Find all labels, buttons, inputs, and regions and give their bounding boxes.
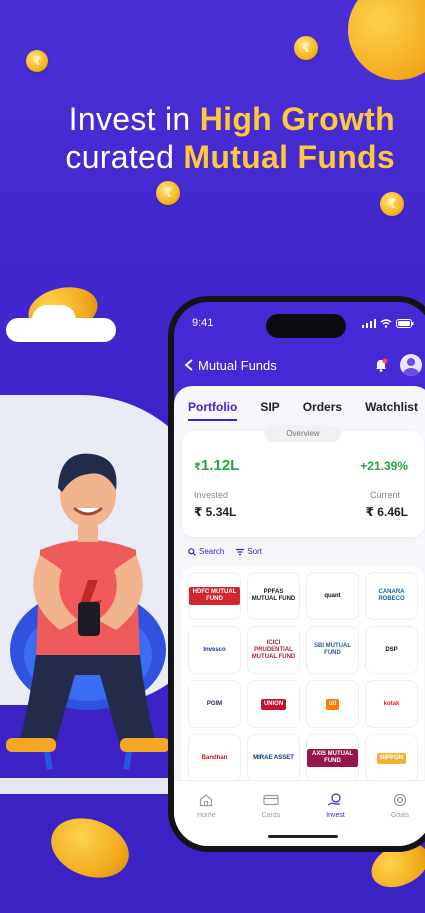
goals-icon — [393, 793, 406, 807]
amc-logo-text: kotak — [380, 698, 403, 710]
amc-logo-tile[interactable]: Bandhan — [188, 734, 241, 782]
nav-cards[interactable]: Cards — [261, 793, 281, 819]
rupee-coin-icon: ₹ — [294, 36, 318, 60]
amc-logo-text: Invesco — [200, 644, 229, 656]
status-time: 9:41 — [192, 317, 214, 329]
amc-logo-tile[interactable]: MIRAE ASSET — [247, 734, 300, 782]
amc-logo-text: NIPPON — [376, 752, 406, 764]
app-bar: Mutual Funds — [174, 344, 425, 386]
headline-line1: Invest in — [68, 101, 200, 137]
amc-logo-tile[interactable]: SBI MUTUAL FUND — [306, 626, 359, 674]
amc-logo-tile[interactable]: PGIM — [188, 680, 241, 728]
currency-symbol: ₹ — [194, 462, 201, 473]
amc-logo-text: PPFAS MUTUAL FUND — [248, 587, 299, 605]
amc-logo-tile[interactable]: CANARA ROBECO — [365, 572, 418, 620]
nav-invest-label: Invest — [326, 812, 345, 819]
headline-line2-highlight: Mutual Funds — [183, 139, 395, 175]
list-tools: Search Sort — [174, 537, 425, 562]
sort-icon — [236, 548, 245, 555]
tab-watchlist[interactable]: Watchlist — [365, 400, 418, 421]
overview-pill: Overview — [264, 425, 342, 442]
sort-label: Sort — [247, 547, 263, 556]
tab-bar: Portfolio SIP Orders Watchlist — [174, 386, 425, 421]
nav-goals[interactable]: Goals — [391, 793, 409, 819]
tab-portfolio[interactable]: Portfolio — [188, 400, 238, 421]
promo-headline: Invest in High Growth curated Mutual Fun… — [65, 100, 395, 176]
phone-mockup: 9:41 Mutual Funds Portfolio SIP Orders W… — [168, 296, 425, 852]
nav-invest[interactable]: Invest — [326, 793, 345, 819]
tab-orders[interactable]: Orders — [303, 400, 342, 421]
back-button[interactable]: Mutual Funds — [184, 358, 277, 373]
invested-label: Invested — [194, 490, 229, 500]
home-icon — [200, 794, 213, 807]
app-bar-title: Mutual Funds — [198, 357, 277, 373]
amc-logo-text: CANARA ROBECO — [366, 587, 417, 605]
amc-logo-text: ICICI PRUDENTIAL MUTUAL FUND — [248, 637, 299, 663]
amc-logo-tile[interactable]: UNION — [247, 680, 300, 728]
amc-logo-tile[interactable]: ICICI PRUDENTIAL MUTUAL FUND — [247, 626, 300, 674]
nav-goals-label: Goals — [390, 812, 410, 819]
amc-logo-grid: HDFC MUTUAL FUND PPFAS MUTUAL FUND quant CA… — [182, 566, 424, 788]
headline-line1-highlight: High Growth — [199, 101, 395, 137]
amc-logo-text: MIRAE ASSET — [250, 752, 297, 764]
search-button[interactable]: Search — [188, 547, 224, 556]
amc-logo-tile[interactable]: quant — [306, 572, 359, 620]
invested-value: ₹ 5.34L — [194, 505, 237, 519]
rupee-coin-icon: ₹ — [380, 192, 404, 216]
home-indicator — [268, 835, 338, 838]
large-coin-icon — [42, 808, 138, 888]
amc-logo-text: AXIS MUTUAL FUND — [307, 749, 358, 767]
person-illustration — [0, 440, 175, 790]
system-icons — [362, 318, 414, 328]
avatar[interactable] — [400, 354, 422, 376]
sort-button[interactable]: Sort — [236, 547, 262, 556]
amc-logo-text: SBI MUTUAL FUND — [307, 641, 358, 659]
bell-icon — [376, 358, 388, 372]
amc-logo-tile[interactable]: uti — [306, 680, 359, 728]
amc-logo-text: quant — [321, 590, 344, 602]
chevron-left-icon — [184, 359, 193, 371]
amc-logo-text: HDFC MUTUAL FUND — [189, 587, 240, 605]
invest-icon — [328, 793, 342, 806]
headline-line2: curated — [65, 139, 184, 175]
cloud-shape — [32, 305, 76, 335]
amc-logo-tile[interactable]: kotak — [365, 680, 418, 728]
bottom-nav: Home Cards Invest Goals — [174, 780, 425, 846]
amc-logo-text: Bandhan — [198, 752, 231, 764]
notification-button[interactable] — [374, 358, 388, 372]
returns-amount: ₹1.12L — [194, 457, 239, 474]
amc-logo-text: PGIM — [203, 698, 226, 710]
amc-logo-tile[interactable]: HDFC MUTUAL FUND — [188, 572, 241, 620]
dynamic-island — [266, 314, 346, 338]
amc-logo-tile[interactable]: DSP — [365, 626, 418, 674]
main-content: Portfolio SIP Orders Watchlist Overview … — [174, 386, 425, 846]
signal-icon — [362, 318, 376, 328]
returns-percent: +21.39% — [360, 459, 408, 473]
card-icon — [263, 794, 279, 806]
large-coin-icon — [333, 0, 425, 95]
amc-logo-text: UNION — [260, 698, 287, 710]
amc-logo-text: uti — [325, 698, 340, 710]
returns-value: 1.12L — [200, 457, 240, 474]
current-value: ₹ 6.46L — [365, 505, 408, 519]
search-icon — [188, 547, 196, 556]
rupee-coin-icon: ₹ — [156, 181, 180, 205]
amc-logo-tile[interactable]: NIPPON — [365, 734, 418, 782]
search-label: Search — [199, 547, 225, 556]
nav-home-label: Home — [196, 812, 216, 819]
amc-logo-text: DSP — [382, 644, 401, 656]
current-label: Current — [369, 490, 400, 500]
tab-sip[interactable]: SIP — [260, 400, 279, 421]
nav-home[interactable]: Home — [197, 793, 216, 819]
amc-logo-tile[interactable]: Invesco — [188, 626, 241, 674]
nav-cards-label: Cards — [261, 812, 281, 819]
rupee-coin-icon: ₹ — [26, 50, 48, 72]
overview-card: Overview ₹1.12L +21.39% Invested ₹ 5.34L… — [182, 425, 424, 537]
amc-logo-tile[interactable]: PPFAS MUTUAL FUND — [247, 572, 300, 620]
wifi-icon — [380, 318, 392, 328]
battery-icon — [396, 318, 414, 328]
phone-screen: 9:41 Mutual Funds Portfolio SIP Orders W… — [174, 302, 425, 846]
amc-logo-tile[interactable]: AXIS MUTUAL FUND — [306, 734, 359, 782]
